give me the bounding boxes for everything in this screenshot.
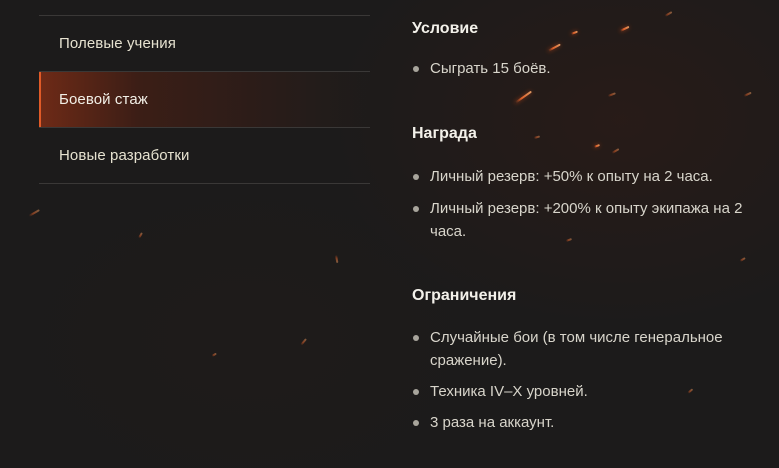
list-item-text: 3 раза на аккаунт. xyxy=(430,414,555,431)
list-item: Техника IV–X уровней. xyxy=(412,380,762,403)
section-heading: Ограничения xyxy=(412,287,517,304)
sidebar-item-label: Боевой стаж xyxy=(59,91,148,108)
missions-sidebar: Полевые учения Боевой стаж Новые разрабо… xyxy=(39,15,370,184)
list-item: Сыграть 15 боёв. xyxy=(412,57,551,80)
sidebar-item-field-exercises[interactable]: Полевые учения xyxy=(39,16,370,72)
list-item-text: Техника IV–X уровней. xyxy=(430,383,588,400)
condition-list: Сыграть 15 боёв. xyxy=(412,57,551,80)
bullet-dot-icon xyxy=(413,389,419,395)
bullet-dot-icon xyxy=(413,66,419,72)
bullet-dot-icon xyxy=(413,335,419,341)
section-heading: Условие xyxy=(412,20,479,37)
list-item: 3 раза на аккаунт. xyxy=(412,411,762,434)
sidebar-item-new-developments[interactable]: Новые разработки xyxy=(39,128,370,184)
limits-section: Ограничения Случайные бои (в том числе г… xyxy=(412,285,762,434)
bullet-dot-icon xyxy=(413,420,419,426)
reward-section: Награда Личный резерв: +50% к опыту на 2… xyxy=(412,123,762,243)
reward-list: Личный резерв: +50% к опыту на 2 часа. Л… xyxy=(412,165,762,243)
bullet-dot-icon xyxy=(413,174,419,180)
sidebar-item-combat-experience[interactable]: Боевой стаж xyxy=(39,72,370,128)
section-heading: Награда xyxy=(412,125,477,142)
sidebar-item-label: Новые разработки xyxy=(59,147,190,164)
bullet-dot-icon xyxy=(413,206,419,212)
condition-section: Условие Сыграть 15 боёв. xyxy=(412,18,551,80)
list-item: Случайные бои (в том числе генеральное с… xyxy=(412,326,762,372)
sidebar-item-label: Полевые учения xyxy=(59,35,176,52)
list-item-text: Личный резерв: +200% к опыту экипажа на … xyxy=(430,200,743,240)
list-item-text: Случайные бои (в том числе генеральное с… xyxy=(430,329,723,369)
list-item: Личный резерв: +200% к опыту экипажа на … xyxy=(412,197,762,243)
list-item-text: Сыграть 15 боёв. xyxy=(430,60,551,77)
list-item-text: Личный резерв: +50% к опыту на 2 часа. xyxy=(430,168,713,185)
limits-list: Случайные бои (в том числе генеральное с… xyxy=(412,326,762,434)
list-item: Личный резерв: +50% к опыту на 2 часа. xyxy=(412,165,762,188)
